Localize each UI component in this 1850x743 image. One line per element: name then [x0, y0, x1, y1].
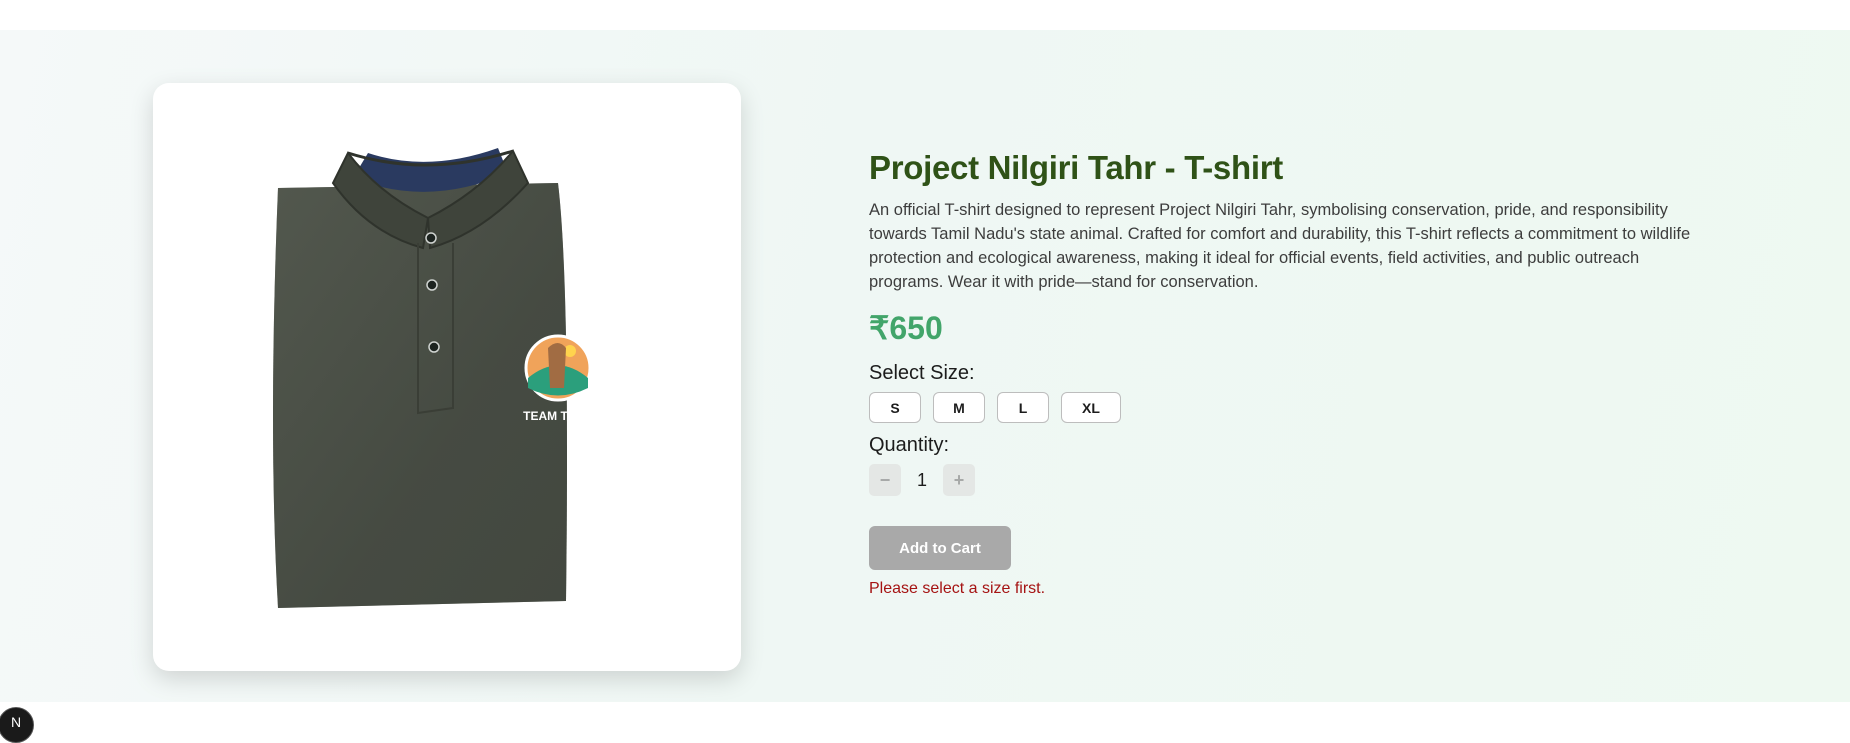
size-option-s[interactable]: S: [869, 392, 921, 423]
product-title: Project Nilgiri Tahr - T-shirt: [869, 149, 1283, 186]
plus-icon: +: [953, 469, 965, 490]
product-section: TEAM TAHR Project Nilgiri Tahr - T-shirt…: [0, 30, 1850, 743]
quantity-label: Quantity:: [869, 434, 950, 456]
product-description: An official T-shirt designed to represen…: [869, 201, 1691, 291]
dev-tools-badge[interactable]: N: [0, 707, 34, 743]
size-error-message: Please select a size first.: [869, 580, 1046, 597]
size-label: Select Size:: [869, 362, 975, 384]
svg-text:TEAM TAHR: TEAM TAHR: [523, 409, 593, 423]
size-options: S M L XL: [869, 392, 1699, 423]
size-option-l[interactable]: L: [997, 392, 1049, 423]
team-tahr-logo: TEAM TAHR: [523, 334, 593, 423]
product-image: TEAM TAHR: [273, 148, 593, 608]
add-to-cart-button[interactable]: Add to Cart: [869, 526, 1011, 570]
top-header-bar: [0, 0, 1850, 31]
size-option-xl[interactable]: XL: [1061, 392, 1121, 423]
increment-button[interactable]: +: [943, 464, 975, 496]
quantity-stepper: − 1 +: [869, 464, 1699, 496]
product-price: ₹650: [869, 310, 943, 346]
decrement-button[interactable]: −: [869, 464, 901, 496]
minus-icon: −: [879, 469, 891, 490]
size-option-m[interactable]: M: [933, 392, 985, 423]
product-image-card: TEAM TAHR: [153, 83, 741, 671]
quantity-value: 1: [916, 469, 927, 490]
product-details: Project Nilgiri Tahr - T-shirt An offici…: [869, 148, 1699, 598]
